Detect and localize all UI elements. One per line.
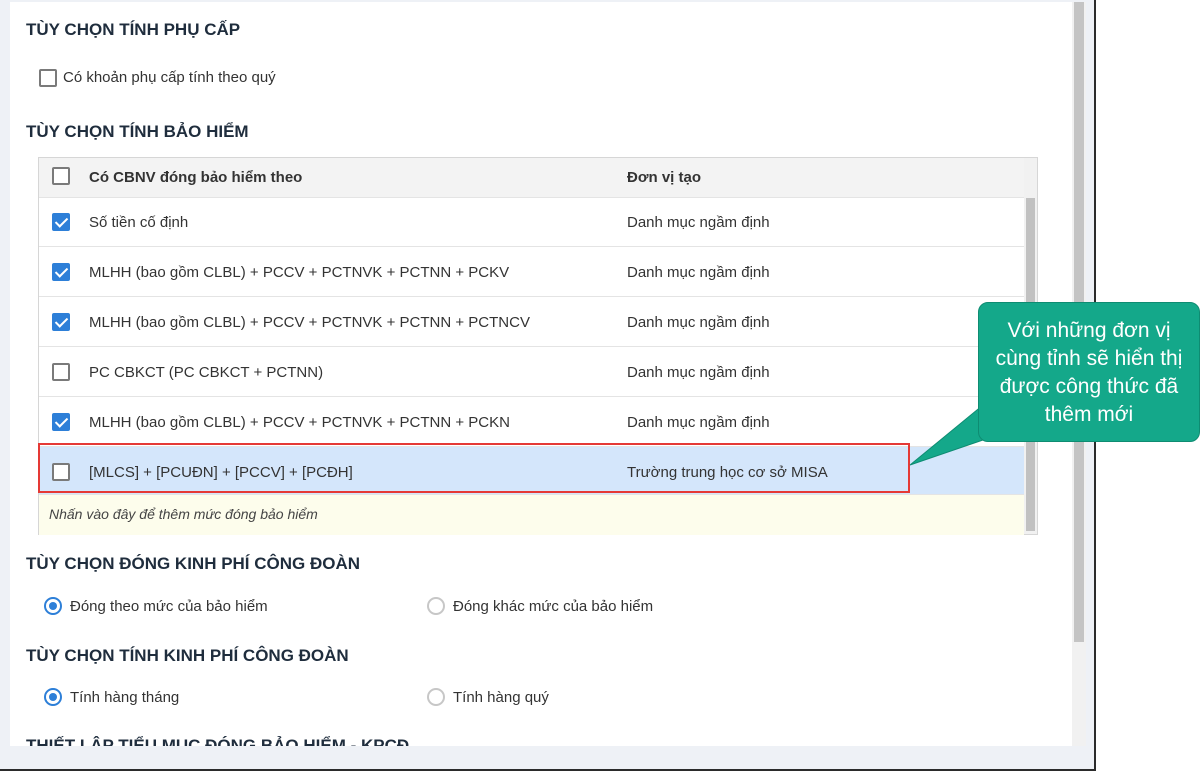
header-creator: Đơn vị tạo [627,169,702,186]
row-formula: PC CBKCT (PC CBKCT + PCTNN) [89,364,324,381]
row-creator: Danh mục ngầm định [627,364,770,381]
row-formula: Số tiền cố định [89,214,189,231]
row-formula: MLHH (bao gồm CLBL) + PCCV + PCTNVK + PC… [89,264,510,281]
pay-other-level-radio[interactable] [427,597,445,615]
pay-by-insurance-label: Đóng theo mức của bảo hiểm [70,598,268,615]
table-row[interactable]: Số tiền cố định Danh mục ngầm định [39,197,1024,247]
row-formula: MLHH (bao gồm CLBL) + PCCV + PCTNVK + PC… [89,314,530,331]
quarterly-allowance-checkbox[interactable] [39,69,57,87]
settings-panel: TÙY CHỌN TÍNH PHỤ CẤP Có khoản phụ cấp t… [10,2,1072,746]
allowance-section-title: TÙY CHỌN TÍNH PHỤ CẤP [26,20,241,39]
row-checkbox[interactable] [52,313,70,331]
row-creator: Danh mục ngầm định [627,264,770,281]
union-fee-pay-title: TÙY CHỌN ĐÓNG KINH PHÍ CÔNG ĐOÀN [26,554,361,573]
window-frame: TÙY CHỌN TÍNH PHỤ CẤP Có khoản phụ cấp t… [0,0,1096,771]
header-formula: Có CBNV đóng bảo hiểm theo [89,169,303,186]
pay-by-insurance-radio[interactable] [44,597,62,615]
callout-text: Với những đơn vị cùng tỉnh sẽ hiển thị đ… [995,319,1183,426]
union-fee-calc-title: TÙY CHỌN TÍNH KINH PHÍ CÔNG ĐOÀN [26,646,349,665]
insurance-subitem-setup-title: THIẾT LẬP TIỂU MỤC ĐÓNG BẢO HIỂM - KPCĐ [26,736,410,746]
row-creator: Danh mục ngầm định [627,214,770,231]
row-formula: MLHH (bao gồm CLBL) + PCCV + PCTNVK + PC… [89,414,510,431]
add-row-hint: Nhấn vào đây để thêm mức đóng bảo hiểm [49,506,318,522]
table-row[interactable]: MLHH (bao gồm CLBL) + PCCV + PCTNVK + PC… [39,246,1024,296]
insurance-section-title: TÙY CHỌN TÍNH BẢO HIỂM [26,122,249,141]
new-formula-highlight [38,443,910,493]
callout-pointer-icon [909,403,984,466]
pay-other-level-label: Đóng khác mức của bảo hiểm [453,598,654,615]
add-insurance-level-row[interactable]: Nhấn vào đây để thêm mức đóng bảo hiểm [39,494,1024,535]
monthly-label: Tính hàng tháng [70,689,180,706]
row-checkbox[interactable] [52,363,70,381]
row-creator: Danh mục ngầm định [627,314,770,331]
table-row[interactable]: PC CBKCT (PC CBKCT + PCTNN) Danh mục ngầ… [39,346,1024,396]
quarterly-label: Tính hàng quý [453,689,549,706]
table-row[interactable]: MLHH (bao gồm CLBL) + PCCV + PCTNVK + PC… [39,396,1024,446]
table-row[interactable]: MLHH (bao gồm CLBL) + PCCV + PCTNVK + PC… [39,296,1024,346]
select-all-checkbox[interactable] [52,167,70,185]
row-checkbox[interactable] [52,413,70,431]
row-creator: Danh mục ngầm định [627,414,770,431]
monthly-radio[interactable] [44,688,62,706]
quarterly-radio[interactable] [427,688,445,706]
row-checkbox[interactable] [52,213,70,231]
annotation-callout: Với những đơn vị cùng tỉnh sẽ hiển thị đ… [978,302,1200,442]
quarterly-allowance-label: Có khoản phụ cấp tính theo quý [63,69,276,86]
table-header: Có CBNV đóng bảo hiểm theo Đơn vị tạo [39,158,1024,198]
row-checkbox[interactable] [52,263,70,281]
